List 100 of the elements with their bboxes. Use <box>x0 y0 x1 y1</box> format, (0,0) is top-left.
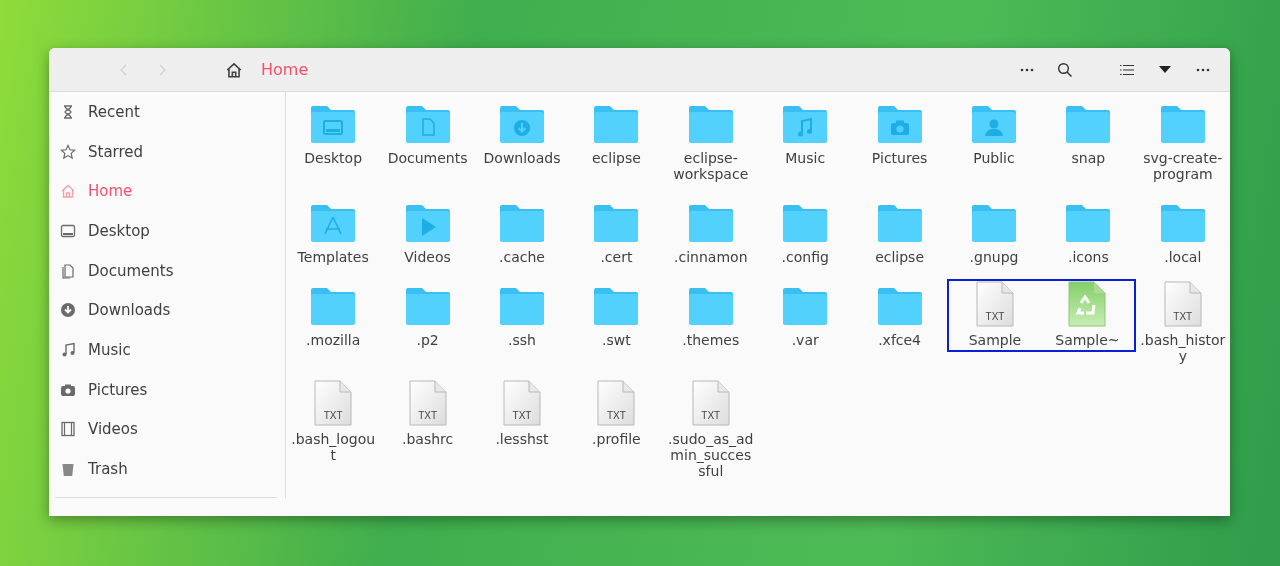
file-name: .gnupg <box>969 249 1019 265</box>
monitor-icon <box>60 222 76 239</box>
folder-icon <box>970 103 1018 145</box>
folder-icon <box>403 202 452 244</box>
file-item[interactable]: .p2 <box>380 279 475 352</box>
folder-icon <box>592 202 641 244</box>
document-icon <box>503 380 541 426</box>
file-name: .profile <box>592 431 641 447</box>
film-icon <box>60 421 76 438</box>
file-item[interactable]: TXT .profile <box>569 378 664 451</box>
folder-icon <box>1064 202 1113 244</box>
file-name: Sample <box>968 332 1022 348</box>
file-item[interactable]: TXT .bash_logout <box>286 378 381 467</box>
file-name: svg-create-program <box>1142 150 1224 182</box>
file-item[interactable]: .gnupg <box>946 196 1042 269</box>
file-name: .var <box>791 332 819 348</box>
folder-icon <box>686 202 735 244</box>
folder-icon <box>498 202 546 244</box>
file-name: Music <box>785 150 826 166</box>
folder-icon <box>875 285 924 327</box>
sidebar-item[interactable]: Trash <box>49 449 285 489</box>
file-name: Downloads <box>483 150 561 166</box>
file-item[interactable]: .cache <box>474 196 570 269</box>
file-item[interactable]: .cinnamon <box>663 196 758 269</box>
file-name: .ssh <box>508 332 536 348</box>
file-item[interactable]: eclipse <box>852 196 947 269</box>
folder-icon <box>875 202 924 244</box>
file-name: .swt <box>602 332 631 348</box>
sidebar-item[interactable]: Starred <box>49 131 285 172</box>
sidebar-item[interactable]: Videos <box>49 409 285 450</box>
file-name: .bash_history <box>1139 332 1227 364</box>
download-icon <box>60 302 76 319</box>
file-item[interactable]: .ssh <box>474 279 570 352</box>
file-name: .themes <box>682 332 740 348</box>
folder-icon <box>592 103 641 145</box>
folder-icon <box>781 285 830 327</box>
home-icon <box>60 183 76 200</box>
file-item[interactable]: TXT .bashrc <box>380 378 475 451</box>
file-item[interactable]: .local <box>1135 196 1230 269</box>
sidebar-item[interactable]: Pictures <box>49 369 285 410</box>
file-name: .icons <box>1068 249 1109 265</box>
sidebar-item[interactable]: Recent <box>49 92 285 132</box>
file-item[interactable]: Public <box>946 97 1042 170</box>
file-type-label: TXT <box>605 410 627 421</box>
document-icon <box>1163 281 1202 327</box>
document-icon <box>976 281 1014 327</box>
file-name: .xfce4 <box>878 332 922 348</box>
file-item[interactable]: .config <box>758 196 853 269</box>
file-item[interactable]: svg-create-program <box>1135 97 1230 186</box>
folder-icon <box>781 202 830 244</box>
file-name: eclipse <box>875 249 925 265</box>
file-item[interactable]: Music <box>758 97 853 170</box>
file-item[interactable]: Templates <box>286 196 381 269</box>
file-item[interactable]: Sample~ <box>1041 279 1136 352</box>
file-item[interactable]: Documents <box>380 97 475 170</box>
file-item[interactable]: .themes <box>663 279 758 352</box>
folder-icon <box>970 202 1018 244</box>
file-item[interactable]: TXT Sample <box>946 279 1042 352</box>
file-item[interactable]: .cert <box>569 196 664 269</box>
file-name: .mozilla <box>306 332 361 348</box>
file-item[interactable]: snap <box>1041 97 1136 170</box>
file-item[interactable]: eclipse <box>569 97 664 170</box>
file-item[interactable]: Downloads <box>474 97 570 170</box>
file-item[interactable]: TXT .lesshst <box>474 378 570 451</box>
sidebar-item[interactable]: Music <box>49 330 285 370</box>
file-item[interactable]: .mozilla <box>286 279 381 352</box>
folder-icon <box>686 103 735 145</box>
file-item[interactable]: eclipse-workspace <box>663 97 758 186</box>
file-type-label: TXT <box>322 410 344 421</box>
file-item[interactable]: .xfce4 <box>852 279 947 352</box>
file-item[interactable]: TXT .sudo_as_admin_successful <box>663 378 758 483</box>
file-name: Desktop <box>304 150 363 166</box>
sidebar-item[interactable]: Documents <box>49 250 285 291</box>
file-item[interactable]: .var <box>758 279 853 352</box>
file-type-label: TXT <box>417 410 439 421</box>
trash-icon <box>60 461 76 478</box>
file-item[interactable]: Desktop <box>286 97 381 170</box>
file-type-label: TXT <box>984 311 1006 322</box>
folder-icon <box>1158 202 1207 244</box>
file-type-label: TXT <box>511 410 533 421</box>
sidebar-item[interactable]: Desktop <box>49 211 285 251</box>
file-item[interactable]: Pictures <box>852 97 947 170</box>
folder-icon <box>309 103 358 145</box>
folder-icon <box>403 103 452 145</box>
sidebar-item[interactable]: Downloads <box>49 290 285 331</box>
music-note-icon <box>60 341 76 358</box>
file-name: .cert <box>600 249 633 265</box>
file-name: .p2 <box>416 332 439 348</box>
file-item[interactable]: Videos <box>380 196 475 269</box>
file-type-label: TXT <box>700 410 722 421</box>
file-name: eclipse-workspace <box>672 150 750 182</box>
file-name: .local <box>1164 249 1202 265</box>
file-item[interactable]: TXT .bash_history <box>1135 279 1230 368</box>
folder-icon <box>498 285 546 327</box>
file-item[interactable]: .icons <box>1041 196 1136 269</box>
document-icon <box>691 380 730 426</box>
file-name: .bashrc <box>401 431 454 447</box>
file-name: eclipse <box>591 150 641 166</box>
file-name: .lesshst <box>495 431 549 447</box>
file-item[interactable]: .swt <box>569 279 664 352</box>
